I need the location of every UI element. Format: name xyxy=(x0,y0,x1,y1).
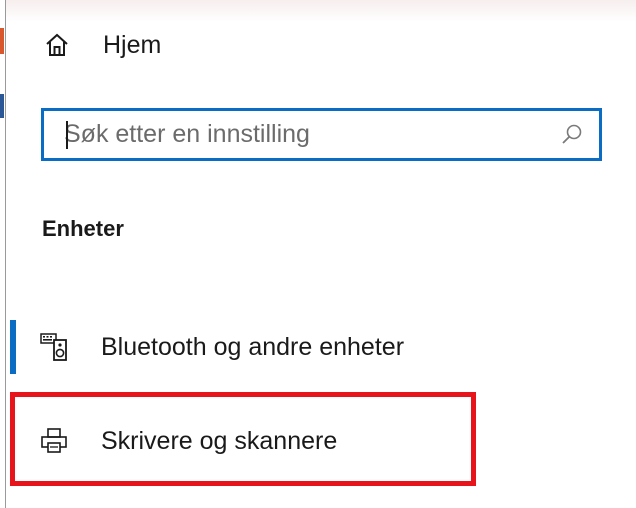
nav-item-printers[interactable]: Skrivere og skannere xyxy=(10,406,470,476)
edge-accent-blue xyxy=(0,94,4,118)
search-box[interactable] xyxy=(41,108,602,161)
bluetooth-devices-icon xyxy=(38,331,70,363)
section-heading: Enheter xyxy=(42,216,124,241)
text-caret xyxy=(66,121,68,149)
home-icon xyxy=(42,30,72,60)
printer-icon xyxy=(38,425,70,457)
search-input[interactable] xyxy=(44,113,557,156)
nav-home[interactable]: Hjem xyxy=(20,20,161,70)
nav-item-label: Skrivere og skannere xyxy=(101,426,338,455)
search-icon[interactable] xyxy=(557,120,587,150)
nav-item-bluetooth[interactable]: Bluetooth og andre enheter xyxy=(10,312,470,382)
nav-item-label: Bluetooth og andre enheter xyxy=(101,332,405,361)
title-bar-background xyxy=(0,0,636,22)
nav-home-label: Hjem xyxy=(103,30,162,59)
edge-accent-orange xyxy=(0,28,4,54)
window-left-edge xyxy=(0,0,6,508)
